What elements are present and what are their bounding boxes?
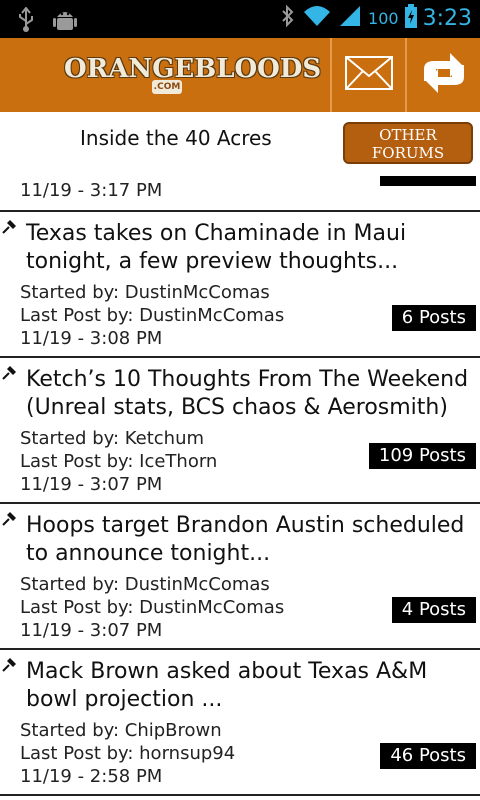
other-forums-button[interactable]: OTHER FORUMS [343,122,473,164]
battery-level: 100 [368,8,399,28]
thread-started-by: Started by: Ketchum [20,428,205,449]
app-header: ORANGEBLOODS .COM [0,38,480,112]
thread-title-line: bowl projection ... [26,687,223,712]
bluetooth-icon [280,4,296,32]
wifi-icon [302,4,332,32]
post-count-badge: 46 Posts [380,743,476,769]
thread-started-by: Started by: ChipBrown [20,720,222,741]
refresh-icon [416,51,472,99]
thread-title: Hoops target Brandon Austin scheduled to… [26,512,472,568]
thread-list[interactable]: 11/19 - 3:17 PM Texas takes on Chaminade… [0,166,480,800]
thread-row[interactable]: Texas takes on Chaminade in Maui tonight… [0,212,480,358]
android-debug-icon [52,6,78,38]
clock: 3:23 [422,5,472,31]
thread-row[interactable]: Mack Brown asked about Texas A&M bowl pr… [0,650,480,796]
thread-row[interactable]: Hoops target Brandon Austin scheduled to… [0,504,480,650]
thread-last-post-by: Last Post by: DustinMcComas [20,305,285,326]
signal-icon [338,4,362,32]
battery-icon [404,4,417,32]
thread-title: Ketch’s 10 Thoughts From The Weekend (Un… [26,366,472,422]
thread-date: 11/19 - 3:07 PM [20,474,163,495]
thread-date: 11/19 - 2:58 PM [20,766,163,787]
thread-last-post-by: Last Post by: IceThorn [20,451,218,472]
thread-last-post-by: Last Post by: hornsup94 [20,743,236,764]
thread-title: Texas takes on Chaminade in Maui tonight… [26,220,472,276]
thread-started-by: Started by: DustinMcComas [20,574,270,595]
thread-date: 11/19 - 3:07 PM [20,620,163,641]
thread-row[interactable]: Ketch’s 10 Thoughts From The Weekend (Un… [0,358,480,504]
pin-icon [2,364,18,380]
other-forums-label-line2: FORUMS [371,144,445,162]
post-count-badge: 109 Posts [368,443,476,469]
thread-title-line: Mack Brown asked about Texas A&M [26,659,428,684]
logo-text: ORANGEBLOODS [64,54,322,84]
thread-started-by: Started by: DustinMcComas [20,282,270,303]
forum-title: Inside the 40 Acres [80,126,272,150]
post-count-badge [380,176,476,186]
logo-subtext: .COM [152,80,182,94]
thread-row-partial[interactable]: 11/19 - 3:17 PM [0,166,480,212]
status-bar: 100 3:23 [0,0,480,38]
orangebloods-logo[interactable]: ORANGEBLOODS .COM [64,54,321,96]
thread-last-post-by: Last Post by: DustinMcComas [20,597,285,618]
refresh-button[interactable] [407,38,480,112]
thread-date: 11/19 - 3:17 PM [20,180,163,201]
other-forums-label-line1: OTHER [379,126,437,144]
pin-icon [2,656,18,672]
mail-button[interactable] [332,38,406,112]
thread-title-line: Texas takes on Chaminade in Maui [26,221,407,246]
post-count-badge: 4 Posts [391,597,476,623]
mail-icon [345,56,393,94]
pin-icon [2,218,18,234]
thread-title-line: tonight, a few preview thoughts... [26,249,399,274]
thread-title-line: Hoops target Brandon Austin scheduled [26,513,465,538]
thread-title-line: to announce tonight... [26,541,271,566]
post-count-badge: 6 Posts [391,305,476,331]
thread-title-line: Ketch’s 10 Thoughts From The Weekend [26,367,469,392]
thread-title: Mack Brown asked about Texas A&M bowl pr… [26,658,472,714]
thread-date: 11/19 - 3:08 PM [20,328,163,349]
thread-title-line: (Unreal stats, BCS chaos & Aerosmith) [26,395,448,420]
pin-icon [2,510,18,526]
usb-icon [16,6,36,37]
